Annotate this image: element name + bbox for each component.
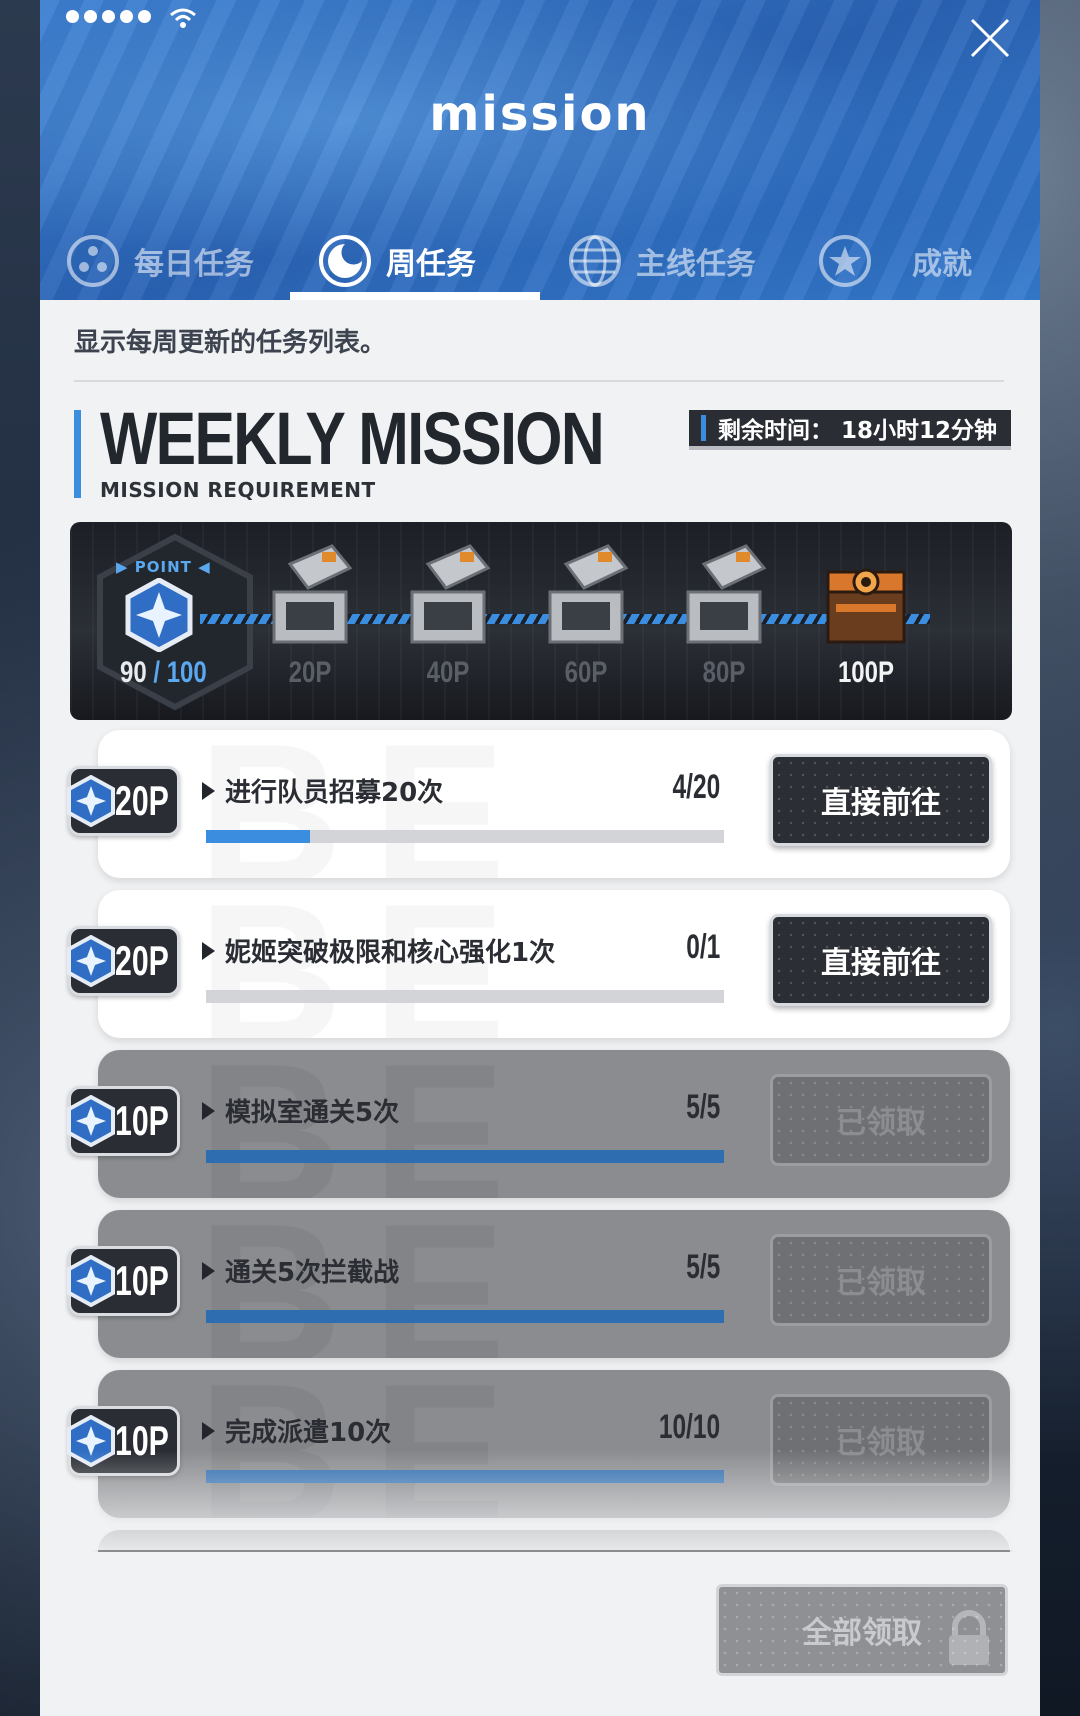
mission-panel: mission 每日任务 周任务 主线任务 成就 显示每周更新的任务列表。 WE… <box>40 0 1040 1716</box>
milestone-label: 60P <box>564 656 608 689</box>
mission-count: 4/20 <box>672 768 720 806</box>
mission-title: 妮姬突破极限和核心强化1次 <box>202 932 555 969</box>
point-gem-icon <box>67 1095 115 1147</box>
claimed-button: 已领取 <box>770 1234 992 1326</box>
mission-title: 模拟室通关5次 <box>202 1092 399 1129</box>
title-accent-bar <box>74 410 81 498</box>
mission-count: 0/1 <box>685 928 720 966</box>
milestone-label-final: 100P <box>837 656 895 689</box>
mission-count: 5/5 <box>685 1088 720 1126</box>
tab-daily[interactable]: 每日任务 <box>66 222 254 300</box>
signal-dots-icon <box>66 10 151 23</box>
mission-progress-fill <box>206 1150 724 1163</box>
mission-title-text: 通关5次拦截战 <box>225 1258 400 1288</box>
reward-chest-icon <box>548 544 629 644</box>
mission-row-completed: BE 10P 模拟室通关5次 5/5 已领取 <box>67 1050 1010 1198</box>
tab-achievements-label: 成就 <box>912 247 972 282</box>
points-value: 20P <box>115 777 169 824</box>
point-current: 90 <box>120 656 147 689</box>
triangle-bullet-icon <box>202 1421 215 1440</box>
points-badge: 20P <box>67 766 180 836</box>
moon-clock-icon <box>319 235 371 287</box>
point-label: ▶ POINT ◀ <box>116 558 211 576</box>
milestone-label: 80P <box>702 656 746 689</box>
tab-weekly[interactable]: 周任务 <box>318 222 476 300</box>
triangle-bullet-icon <box>202 1101 215 1120</box>
mission-row: BE 20P 进行队员招募20次 4/20 直接前往 <box>67 730 1010 878</box>
point-gem-icon <box>67 935 115 987</box>
mission-title: 进行队员招募20次 <box>202 772 443 809</box>
mission-progress-bar <box>206 1310 724 1323</box>
mission-count: 5/5 <box>685 1248 720 1286</box>
points-value: 10P <box>115 1097 169 1144</box>
mission-row: BE 20P 妮姬突破极限和核心强化1次 0/1 直接前往 <box>67 890 1010 1038</box>
list-fade <box>40 1450 1040 1550</box>
claim-all-label: 全部领取 <box>802 1616 922 1651</box>
points-badge: 10P <box>67 1246 180 1316</box>
claimed-button-label: 已领取 <box>836 1266 926 1301</box>
claimed-button-label: 已领取 <box>836 1106 926 1141</box>
tab-weekly-label: 周任务 <box>386 247 476 282</box>
go-now-button[interactable]: 直接前往 <box>770 914 992 1006</box>
triangle-bullet-icon <box>202 781 215 800</box>
globe-icon <box>569 235 621 287</box>
claim-all-button[interactable]: 全部领取 <box>716 1584 1008 1676</box>
mission-title: 通关5次拦截战 <box>202 1252 399 1289</box>
mission-progress-bar <box>206 990 724 1003</box>
star-medal-icon <box>819 235 871 287</box>
triangle-bullet-icon <box>202 1261 215 1280</box>
reward-chest-icon <box>410 544 491 644</box>
point-gem-icon <box>67 775 115 827</box>
final-reward-chest-icon <box>826 568 906 644</box>
divider <box>74 380 1004 382</box>
tab-achievements[interactable]: 成就 <box>818 222 972 300</box>
tab-main-story-label: 主线任务 <box>636 247 756 282</box>
mission-progress-fill <box>206 830 310 843</box>
go-now-button-label: 直接前往 <box>821 786 941 821</box>
mission-tabs: 每日任务 周任务 主线任务 成就 <box>40 222 1040 300</box>
time-remaining-box: 剩余时间： 18小时12分钟 <box>689 410 1011 450</box>
active-tab-indicator <box>290 292 540 300</box>
point-separator: / <box>146 656 167 689</box>
page-title: mission <box>429 86 651 142</box>
daily-dots-icon <box>67 235 119 287</box>
wifi-icon <box>170 8 196 28</box>
points-value: 10P <box>115 1257 169 1304</box>
mission-title-text: 进行队员招募20次 <box>225 778 444 808</box>
milestone-label: 40P <box>426 656 470 689</box>
mission-title-text: 妮姬突破极限和核心强化1次 <box>225 938 556 968</box>
reward-chest-icon <box>272 544 353 644</box>
mission-progress-bar <box>206 1150 724 1163</box>
point-max: 100 <box>166 656 207 689</box>
lock-icon <box>949 1610 989 1665</box>
tab-main-story[interactable]: 主线任务 <box>568 222 756 300</box>
milestone-label: 20P <box>288 656 332 689</box>
time-remaining-text: 剩余时间： 18小时12分钟 <box>718 418 998 444</box>
mission-description: 显示每周更新的任务列表。 <box>74 328 387 358</box>
go-now-button-label: 直接前往 <box>821 946 941 981</box>
mission-progress-bar <box>206 830 724 843</box>
mission-title-text: 模拟室通关5次 <box>225 1098 400 1128</box>
mission-row-completed: BE 10P 通关5次拦截战 5/5 已领取 <box>67 1210 1010 1358</box>
mission-header: mission 每日任务 周任务 主线任务 成就 <box>40 0 1040 300</box>
reward-chest-icon <box>686 544 767 644</box>
mission-title: 完成派遣10次 <box>202 1412 391 1449</box>
point-value: 90 / 100 <box>120 656 207 690</box>
claimed-button: 已领取 <box>770 1074 992 1166</box>
tab-daily-label: 每日任务 <box>134 247 254 282</box>
point-gem-icon <box>125 578 193 652</box>
point-gem-icon <box>67 1255 115 1307</box>
point-progress-strip: ▶ POINT ◀ 90 / 100 20P 40P 60P 80P 100P <box>70 522 1012 720</box>
points-badge: 10P <box>67 1086 180 1156</box>
weekly-mission-title: WEEKLY MISSION <box>100 397 605 480</box>
points-badge: 20P <box>67 926 180 996</box>
mission-title-text: 完成派遣10次 <box>225 1418 392 1448</box>
mission-progress-fill <box>206 1310 724 1323</box>
weekly-mission-subtitle: MISSION REQUIREMENT <box>100 478 376 502</box>
go-now-button[interactable]: 直接前往 <box>770 754 992 846</box>
close-icon[interactable] <box>966 14 1014 62</box>
points-value: 20P <box>115 937 169 984</box>
mission-count: 10/10 <box>658 1408 720 1446</box>
triangle-bullet-icon <box>202 941 215 960</box>
